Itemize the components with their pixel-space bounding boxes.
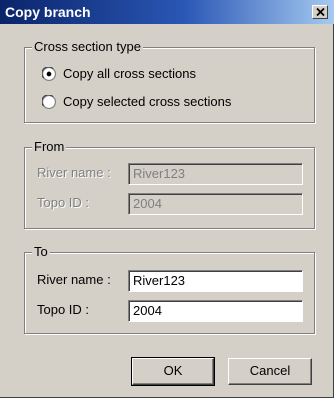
from-river-name-label: River name :	[37, 165, 111, 180]
from-legend: From	[32, 139, 67, 155]
to-topo-id-label: Topo ID :	[37, 302, 90, 317]
from-topo-id-field: 2004	[128, 193, 303, 215]
to-river-name-label: River name :	[37, 272, 111, 287]
close-icon	[316, 8, 325, 16]
radio-copy-selected[interactable]	[42, 95, 56, 109]
close-button[interactable]	[312, 5, 328, 19]
to-group: To River name : River123 Topo ID : 2004	[24, 244, 315, 334]
window-title: Copy branch	[5, 4, 91, 20]
from-river-name-field: River123	[128, 163, 303, 185]
to-legend: To	[32, 244, 50, 260]
to-river-name-field[interactable]: River123	[128, 270, 303, 292]
radio-copy-all-label[interactable]: Copy all cross sections	[63, 66, 196, 82]
to-topo-id-field[interactable]: 2004	[128, 300, 303, 322]
cross-section-type-legend: Cross section type	[32, 39, 143, 55]
cross-section-type-group: Cross section type Copy all cross sectio…	[24, 39, 315, 123]
copy-branch-dialog: Copy branch Cross section type Copy all …	[0, 0, 334, 398]
cancel-button[interactable]: Cancel	[228, 358, 312, 385]
title-bar[interactable]: Copy branch	[0, 0, 334, 24]
from-group: From River name : River123 Topo ID : 200…	[24, 139, 315, 229]
ok-button[interactable]: OK	[131, 357, 215, 386]
radio-copy-selected-label[interactable]: Copy selected cross sections	[63, 94, 231, 110]
radio-copy-all[interactable]	[42, 67, 56, 81]
from-topo-id-label: Topo ID :	[37, 195, 90, 210]
